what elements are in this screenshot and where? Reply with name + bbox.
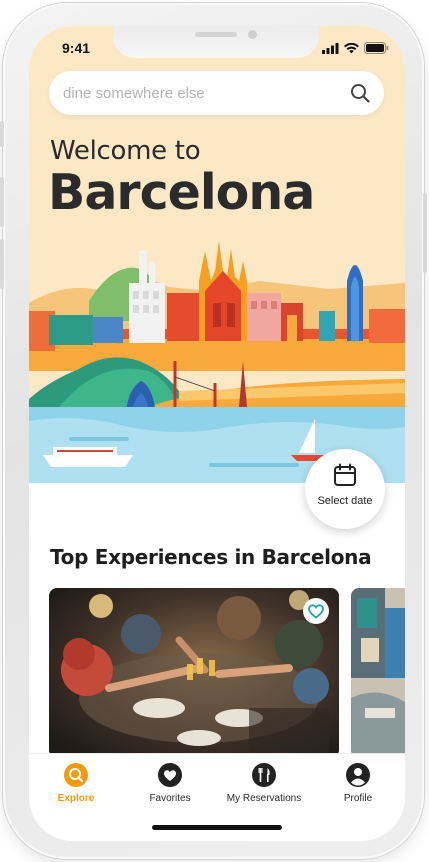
wifi-icon — [344, 42, 359, 53]
signal-icon — [322, 42, 339, 54]
profile-icon — [346, 763, 370, 787]
phone-frame: 9:41 dine somewhere else Welcome to Barc… — [0, 3, 427, 859]
cutlery-icon — [252, 763, 276, 787]
power-button — [423, 193, 427, 273]
heart-outline-icon — [308, 603, 324, 619]
status-time: 9:41 — [62, 40, 91, 56]
select-date-button[interactable]: Select date — [305, 449, 385, 529]
camera-dot — [248, 30, 257, 39]
explore-icon — [64, 763, 88, 787]
select-date-label: Select date — [317, 495, 373, 507]
search-bar[interactable] — [49, 71, 384, 115]
tab-explore[interactable]: Explore — [29, 762, 123, 810]
favorite-button[interactable] — [303, 598, 329, 624]
section-title: Top Experiences in Barcelona — [50, 545, 372, 569]
volume-down-button — [0, 239, 4, 289]
bottom-tab-bar: Explore Favorites My Reservations Profil… — [29, 753, 405, 841]
search-input[interactable] — [63, 71, 343, 115]
tab-my-reservations[interactable]: My Reservations — [217, 762, 311, 810]
home-indicator — [152, 825, 282, 830]
battery-icon — [364, 42, 389, 54]
mute-switch — [0, 121, 4, 147]
status-icons — [322, 42, 389, 54]
tab-label: My Reservations — [226, 793, 302, 804]
tab-favorites[interactable]: Favorites — [123, 762, 217, 810]
heart-icon — [158, 763, 182, 787]
tab-label: Profile — [343, 793, 373, 804]
tab-label: Favorites — [149, 793, 191, 804]
volume-up-button — [0, 177, 4, 227]
experience-card[interactable] — [351, 588, 405, 758]
welcome-text: Welcome to — [50, 136, 201, 166]
tab-profile[interactable]: Profile — [311, 762, 405, 810]
experience-card[interactable] — [49, 588, 339, 758]
device-notch — [113, 26, 319, 58]
hero-banner: 9:41 dine somewhere else Welcome to Barc… — [29, 26, 405, 483]
calendar-icon — [334, 463, 356, 486]
app-screen: 9:41 dine somewhere else Welcome to Barc… — [29, 26, 405, 841]
mosaic-photo — [351, 588, 405, 758]
tab-label: Explore — [57, 793, 95, 804]
barcelona-skyline-illustration — [29, 241, 405, 483]
dinner-party-photo — [49, 588, 339, 758]
city-title: Barcelona — [48, 164, 315, 221]
search-icon[interactable] — [350, 83, 370, 103]
